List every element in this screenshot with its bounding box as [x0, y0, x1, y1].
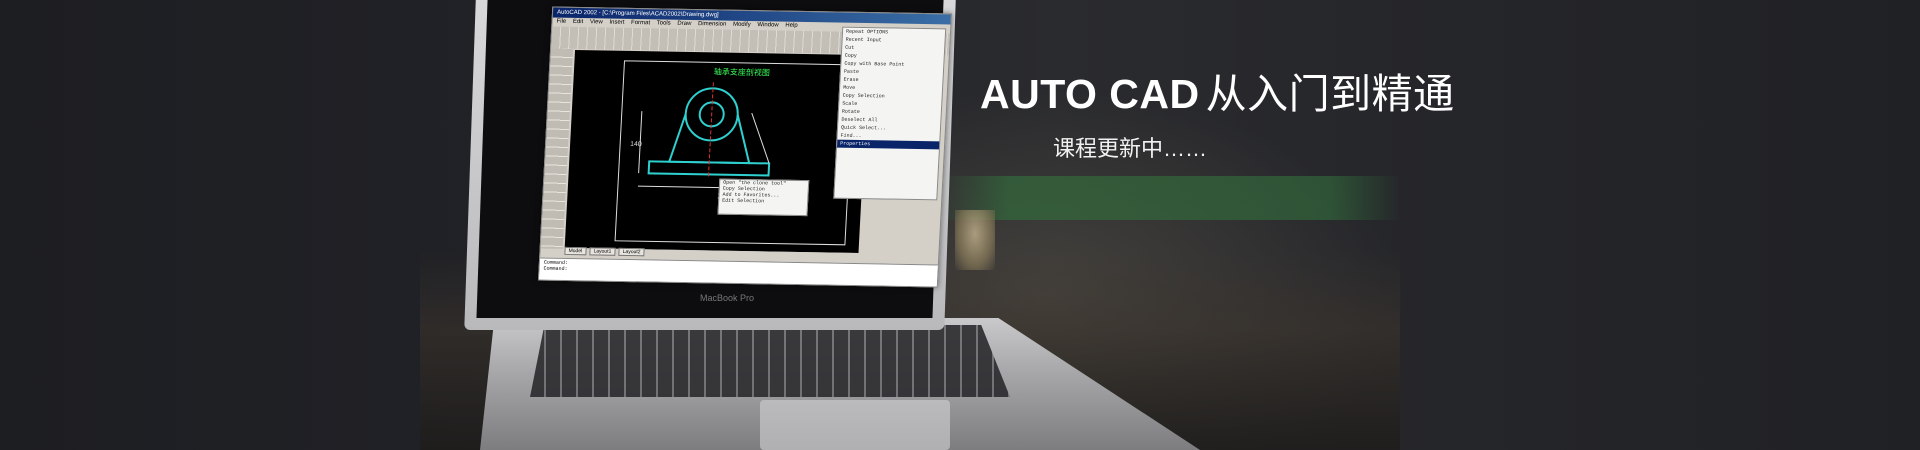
cad-menu-item: Draw — [677, 20, 692, 27]
cad-menu-item: Format — [630, 19, 651, 27]
laptop-brand-label: MacBook Pro — [700, 293, 755, 303]
cad-menu-item: Help — [785, 22, 798, 29]
cad-tab: Layout1 — [589, 247, 616, 256]
banner-title-cn: 从入门到精通 — [1205, 71, 1455, 117]
popup-menu-item: Edit Selection — [722, 197, 765, 205]
cad-menu-item: Edit — [572, 18, 584, 26]
drawing-title: 轴承支座剖视图 — [713, 67, 771, 78]
laptop-trackpad — [760, 400, 950, 450]
cad-popup-menu: Open "the clone tool" Copy Selection Add… — [717, 178, 810, 217]
course-banner[interactable]: MacBook Pro AutoCAD 2002 - [C:\Program F… — [0, 0, 1920, 450]
cad-tab: Model — [564, 246, 587, 256]
green-highlight-band — [940, 176, 1400, 220]
banner-subtitle: 课程更新中…… — [1053, 136, 1208, 161]
banner-title: AUTO CAD 从入门到精通 — [980, 60, 1455, 120]
cad-menu-item: File — [556, 18, 567, 25]
bearing-drawing: 200 140 — [614, 60, 855, 246]
cad-menu-item: Modify — [732, 21, 751, 29]
svg-text:140: 140 — [630, 141, 642, 148]
laptop-keyboard — [530, 325, 1010, 397]
desk-lamp — [955, 210, 995, 270]
cad-menu-item: Tools — [656, 20, 671, 27]
cad-menu-item: View — [589, 19, 603, 26]
cad-menu-item: Insert — [609, 19, 625, 26]
cad-menu-item: Window — [757, 22, 779, 29]
cad-context-menu: Repeat OPTIONS Recent Input Cut Copy Cop… — [833, 26, 947, 201]
cad-drawing-canvas: 200 140 轴承支座剖视图 — [564, 49, 869, 254]
context-menu-item-highlighted: Properties — [836, 139, 940, 150]
banner-title-en: AUTO CAD — [980, 71, 1200, 117]
cad-tab: Layout2 — [618, 247, 645, 257]
autocad-window: AutoCAD 2002 - [C:\Program Files\ACAD200… — [537, 6, 953, 288]
cad-menu-item: Dimension — [697, 21, 727, 28]
